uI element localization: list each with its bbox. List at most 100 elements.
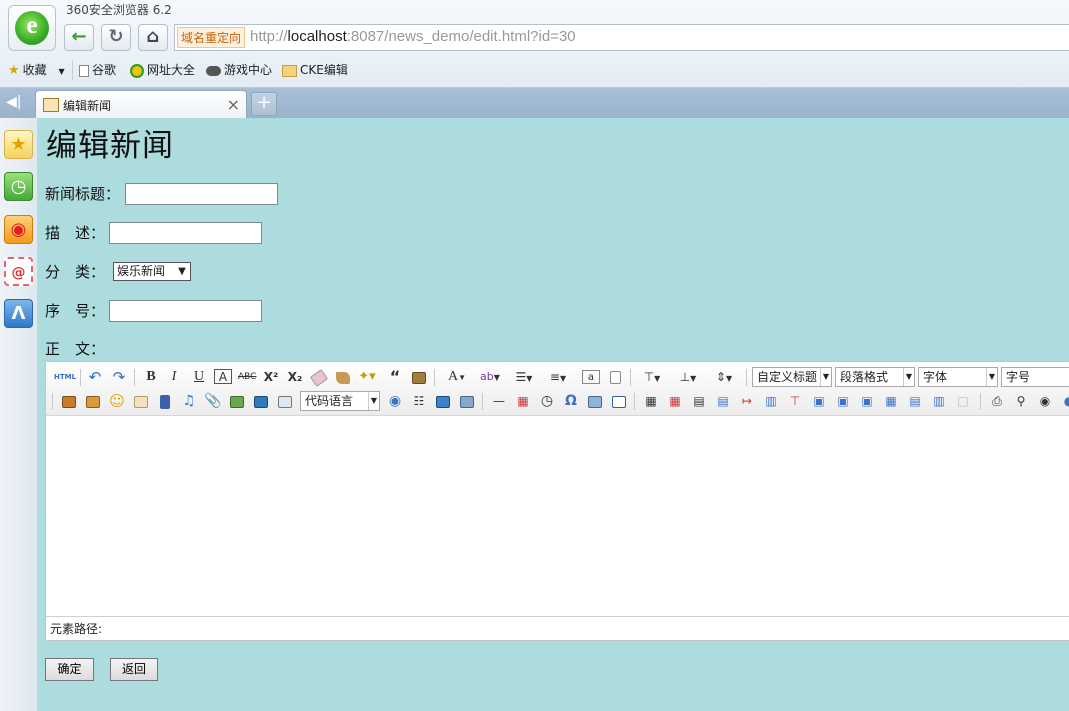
date-icon[interactable]: ▦: [514, 392, 532, 410]
tab-edit-news[interactable]: 编辑新闻 ×: [35, 90, 247, 118]
mail-icon[interactable]: @: [4, 257, 33, 286]
bookmark-favorites[interactable]: ★ 收藏 ▼: [8, 60, 65, 80]
attachment-icon[interactable]: 📎: [204, 392, 222, 410]
redo-icon[interactable]: ↷: [110, 368, 128, 386]
back-link-button[interactable]: 返回: [110, 658, 158, 681]
eraser-icon[interactable]: [309, 368, 329, 387]
refresh-button[interactable]: ↻: [101, 24, 131, 51]
strikethrough-icon[interactable]: ABC: [238, 368, 256, 386]
home-icon: ⌂: [146, 26, 160, 47]
chevron-down-icon: ▼: [58, 67, 65, 76]
sidebar-toggle-icon[interactable]: ◀|: [6, 93, 24, 111]
delete-table-icon[interactable]: ▦: [666, 392, 684, 410]
description-input[interactable]: [109, 222, 262, 244]
gmap-icon[interactable]: [228, 392, 246, 410]
insert-frame-icon[interactable]: [252, 392, 270, 410]
line-height-icon[interactable]: ⇕▼: [710, 368, 738, 386]
multi-image-icon[interactable]: [84, 392, 102, 410]
order-input[interactable]: [109, 300, 262, 322]
confirm-button[interactable]: 确定: [45, 658, 94, 681]
snapscreen-icon[interactable]: [586, 392, 604, 410]
auto-format-icon[interactable]: ✦▾: [358, 368, 376, 386]
word-icon[interactable]: [610, 392, 628, 410]
row-spacing-top-icon[interactable]: ⊤▼: [638, 368, 666, 386]
delete-row-icon[interactable]: ↦: [738, 392, 756, 410]
highlight-color-icon[interactable]: ab▼: [476, 368, 504, 386]
insert-table-icon[interactable]: ▦: [642, 392, 660, 410]
split-rows-icon[interactable]: ▤: [906, 392, 924, 410]
bold-icon[interactable]: B: [142, 368, 160, 386]
split-cells-icon[interactable]: ▦: [882, 392, 900, 410]
home-button[interactable]: ⌂: [138, 24, 168, 51]
undo-icon[interactable]: ↶: [86, 368, 104, 386]
app-title: 360安全浏览器 6.2: [66, 3, 172, 17]
search-replace-icon[interactable]: ◉: [1036, 392, 1054, 410]
browser-logo[interactable]: e: [8, 5, 56, 51]
video-icon[interactable]: [156, 392, 174, 410]
template-icon[interactable]: ◉: [386, 392, 404, 410]
horizontal-rule-icon[interactable]: —: [490, 392, 508, 410]
bookmark-games[interactable]: 游戏中心: [206, 60, 272, 80]
background-icon[interactable]: [434, 392, 452, 410]
underline-icon[interactable]: U: [190, 368, 208, 386]
category-select[interactable]: 娱乐新闻 ▼: [113, 262, 191, 281]
delete-col-icon[interactable]: ⊤: [786, 392, 804, 410]
new-tab-button[interactable]: +: [251, 92, 277, 116]
superscript-icon[interactable]: X²: [262, 368, 280, 386]
page-break-icon[interactable]: ☷: [410, 392, 428, 410]
news-title-input[interactable]: [125, 183, 278, 205]
blockquote-icon[interactable]: “: [386, 368, 404, 386]
merge-cells-icon[interactable]: ▣: [810, 392, 828, 410]
back-button[interactable]: ←: [64, 24, 94, 51]
help-icon[interactable]: ●: [1060, 392, 1069, 410]
subscript-icon[interactable]: X₂: [286, 368, 304, 386]
italic-icon[interactable]: I: [165, 368, 183, 386]
preview-icon[interactable]: ⚲: [1012, 392, 1030, 410]
bookmark-google[interactable]: 谷歌: [72, 60, 116, 80]
emotion-icon[interactable]: ☺: [108, 392, 126, 410]
merge-right-icon[interactable]: ▣: [834, 392, 852, 410]
bookmark-cke[interactable]: CKE编辑: [282, 60, 348, 80]
html-source-icon[interactable]: HTML: [54, 368, 76, 386]
wordimage-icon[interactable]: [458, 392, 476, 410]
insert-col-icon[interactable]: ▥: [762, 392, 780, 410]
custom-heading-select[interactable]: 自定义标题 ▼: [752, 367, 832, 387]
music-icon[interactable]: ♫: [180, 392, 198, 410]
paste-text-icon[interactable]: [410, 368, 428, 386]
insert-paragraph-icon[interactable]: ▤: [690, 392, 708, 410]
format-brush-icon[interactable]: [334, 368, 352, 386]
app-icon[interactable]: Λ: [4, 299, 33, 328]
font-size-select[interactable]: 字号: [1001, 367, 1069, 387]
star-icon[interactable]: ★: [4, 130, 33, 159]
code-language-select[interactable]: 代码语言 ▼: [300, 391, 380, 411]
merge-down-icon[interactable]: ▣: [858, 392, 876, 410]
editor-body[interactable]: [46, 417, 1069, 617]
clock-icon[interactable]: ◷: [4, 172, 33, 201]
split-cols-icon[interactable]: ▥: [930, 392, 948, 410]
redirect-badge[interactable]: 域名重定向: [177, 27, 246, 48]
print-icon[interactable]: ⎙: [988, 392, 1006, 410]
page-icon: [79, 64, 89, 77]
chevron-down-icon: ▼: [368, 392, 379, 410]
time-icon[interactable]: ◷: [538, 392, 556, 410]
pdf-icon[interactable]: □: [954, 392, 972, 410]
font-color-icon[interactable]: A▼: [442, 368, 472, 386]
weibo-icon[interactable]: ◉: [4, 215, 33, 244]
ordered-list-icon[interactable]: ☰▼: [510, 368, 538, 386]
special-char-icon[interactable]: Ω: [562, 392, 580, 410]
row-spacing-bottom-icon[interactable]: ⊥▼: [674, 368, 702, 386]
paragraph-format-select[interactable]: 段落格式 ▼: [835, 367, 915, 387]
unordered-list-icon[interactable]: ≡▼: [544, 368, 572, 386]
close-icon[interactable]: ×: [227, 95, 240, 114]
image-icon[interactable]: [60, 392, 78, 410]
insert-row-icon[interactable]: ▤: [714, 392, 732, 410]
font-family-select[interactable]: 字体 ▼: [918, 367, 998, 387]
bookmark-nav[interactable]: 网址大全: [130, 60, 195, 80]
clear-doc-icon[interactable]: [606, 368, 624, 386]
scrawl-icon[interactable]: [132, 392, 150, 410]
font-border-icon[interactable]: A: [214, 369, 232, 384]
url-text[interactable]: http://localhost:8087/news_demo/edit.htm…: [250, 28, 576, 45]
address-bar[interactable]: 域名重定向 http://localhost:8087/news_demo/ed…: [174, 24, 1069, 51]
select-all-icon[interactable]: a: [582, 370, 600, 384]
web-image-icon[interactable]: [276, 392, 294, 410]
